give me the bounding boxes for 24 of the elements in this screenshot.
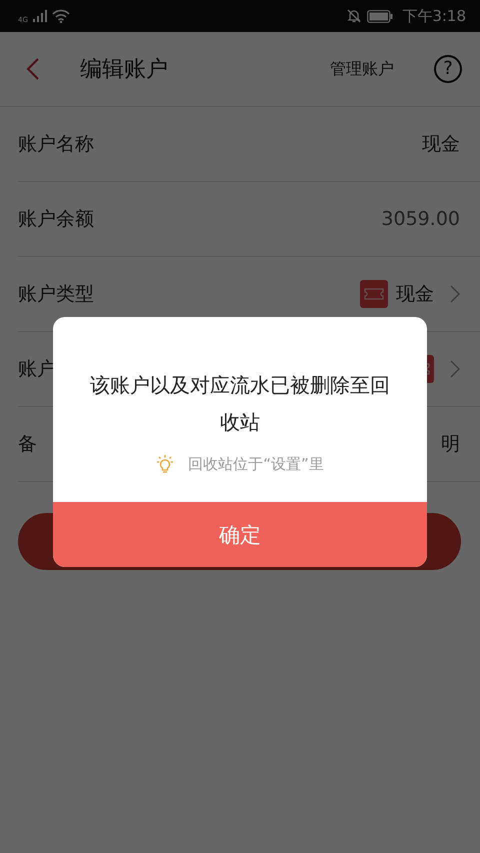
signal-icon: [32, 10, 47, 22]
row-value: 明: [441, 432, 460, 457]
chevron-icon: [450, 360, 460, 378]
battery-icon: [367, 10, 394, 22]
confirm-button[interactable]: 确定: [53, 502, 427, 567]
bell-muted-icon: [346, 8, 362, 24]
manage-accounts-button[interactable]: 管理账户: [330, 58, 394, 80]
list-row[interactable]: 账户余额 3059.00: [18, 182, 480, 257]
wifi-icon: [52, 9, 70, 23]
status-time: 下午3:18: [402, 6, 466, 26]
chevron-icon: [450, 285, 460, 303]
list-row[interactable]: 账户名称 现金: [18, 107, 480, 182]
row-value: 现金: [422, 132, 460, 157]
row-label: 账户余额: [18, 207, 94, 232]
page-title: 编辑账户: [80, 56, 169, 84]
row-label: 账户类型: [18, 282, 94, 307]
row-label: 账户名称: [18, 132, 94, 157]
amount-value: 3059.00: [381, 208, 460, 230]
row-label: 备: [18, 432, 37, 457]
row-value: 现金: [396, 282, 434, 307]
dialog-message: 该账户以及对应流水已被删除至回收站: [89, 372, 391, 436]
tip-text: 回收站位于“设置”里: [188, 455, 324, 474]
lightbulb-icon: [156, 455, 174, 475]
help-button[interactable]: ?: [434, 55, 462, 83]
